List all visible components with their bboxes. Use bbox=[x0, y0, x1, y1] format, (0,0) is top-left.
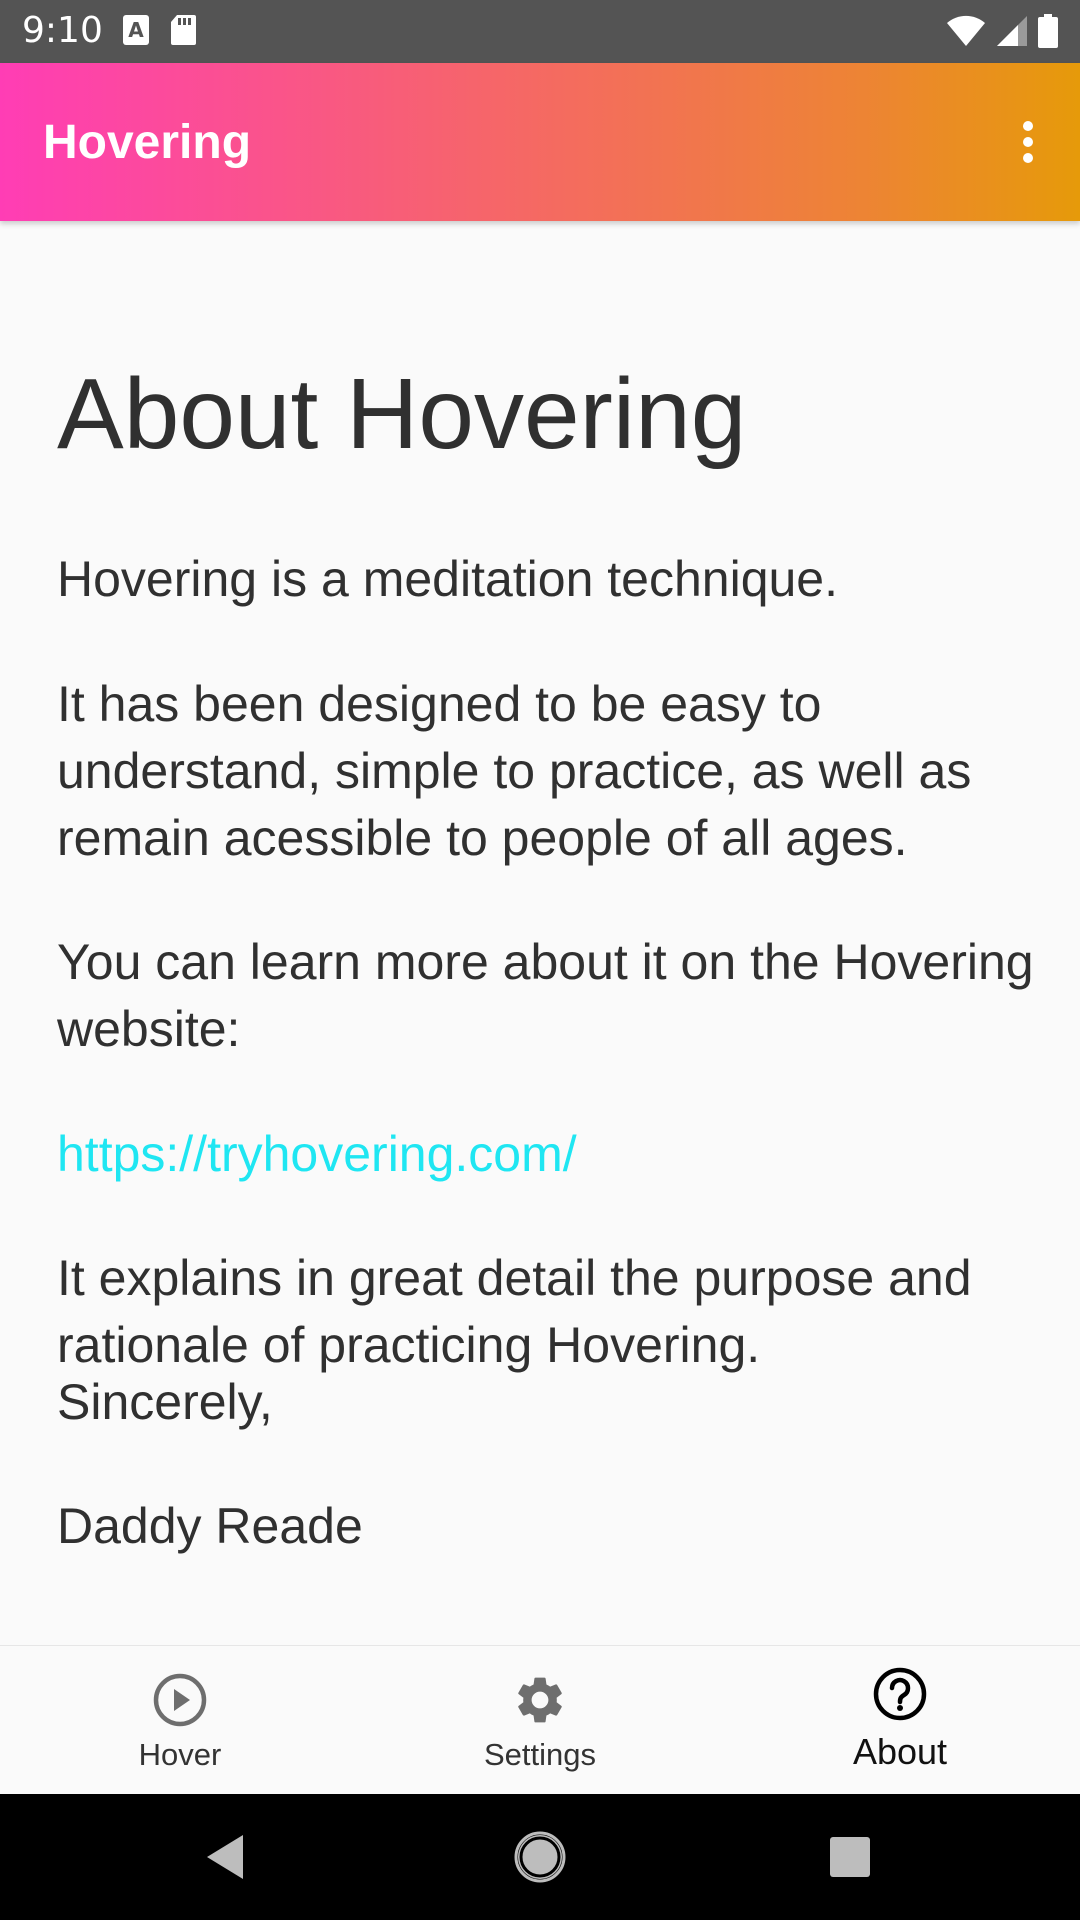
paragraph-design: It has been designed to be easy to under… bbox=[57, 676, 972, 866]
wifi-icon bbox=[946, 15, 986, 51]
status-time: 9:10 bbox=[22, 10, 103, 51]
nav-item-about[interactable]: About bbox=[720, 1646, 1080, 1795]
sd-card-icon bbox=[170, 14, 196, 50]
help-circle-icon bbox=[872, 1666, 928, 1726]
status-icons-left: A bbox=[122, 14, 196, 50]
nav-item-hover[interactable]: Hover bbox=[0, 1646, 360, 1795]
app-title: Hovering bbox=[43, 116, 252, 169]
paragraph-explains: It explains in great detail the purpose … bbox=[57, 1250, 972, 1373]
website-link-paragraph: https://tryhovering.com/ bbox=[57, 1121, 1037, 1188]
svg-text:A: A bbox=[128, 18, 144, 42]
nav-label-settings: Settings bbox=[483, 1737, 596, 1772]
paragraph-sincerely: Sincerely, bbox=[57, 1374, 273, 1430]
app-bar: Hovering bbox=[0, 63, 1080, 221]
nav-label-about: About bbox=[852, 1731, 948, 1772]
nav-label-hover: Hover bbox=[138, 1737, 222, 1772]
screen: 9:10 A Hovering About Hovering Hovering … bbox=[0, 0, 1080, 1920]
battery-icon bbox=[1038, 14, 1058, 52]
bottom-navigation: Hover Settings About bbox=[0, 1645, 1080, 1795]
signature: Daddy Reade bbox=[57, 1498, 363, 1554]
system-navigation-bar bbox=[0, 1794, 1080, 1920]
more-vert-icon[interactable] bbox=[998, 109, 1058, 175]
play-circle-icon bbox=[152, 1672, 208, 1732]
home-icon[interactable] bbox=[505, 1822, 575, 1892]
status-bar: 9:10 A bbox=[0, 0, 1080, 63]
nav-item-settings[interactable]: Settings bbox=[360, 1646, 720, 1795]
paragraph-intro: Hovering is a meditation technique. bbox=[57, 551, 839, 607]
back-icon[interactable] bbox=[190, 1822, 260, 1892]
gear-icon bbox=[512, 1672, 568, 1732]
website-link[interactable]: https://tryhovering.com/ bbox=[57, 1126, 577, 1182]
about-content: About Hovering Hovering is a meditation … bbox=[57, 221, 1037, 1645]
status-icons-right bbox=[946, 14, 1058, 52]
paragraph-learn-more: You can learn more about it on the Hover… bbox=[57, 934, 1034, 1057]
cell-signal-icon bbox=[996, 15, 1028, 51]
text-a-icon: A bbox=[122, 14, 150, 50]
recents-icon[interactable] bbox=[815, 1822, 885, 1892]
page-title: About Hovering bbox=[57, 358, 747, 470]
